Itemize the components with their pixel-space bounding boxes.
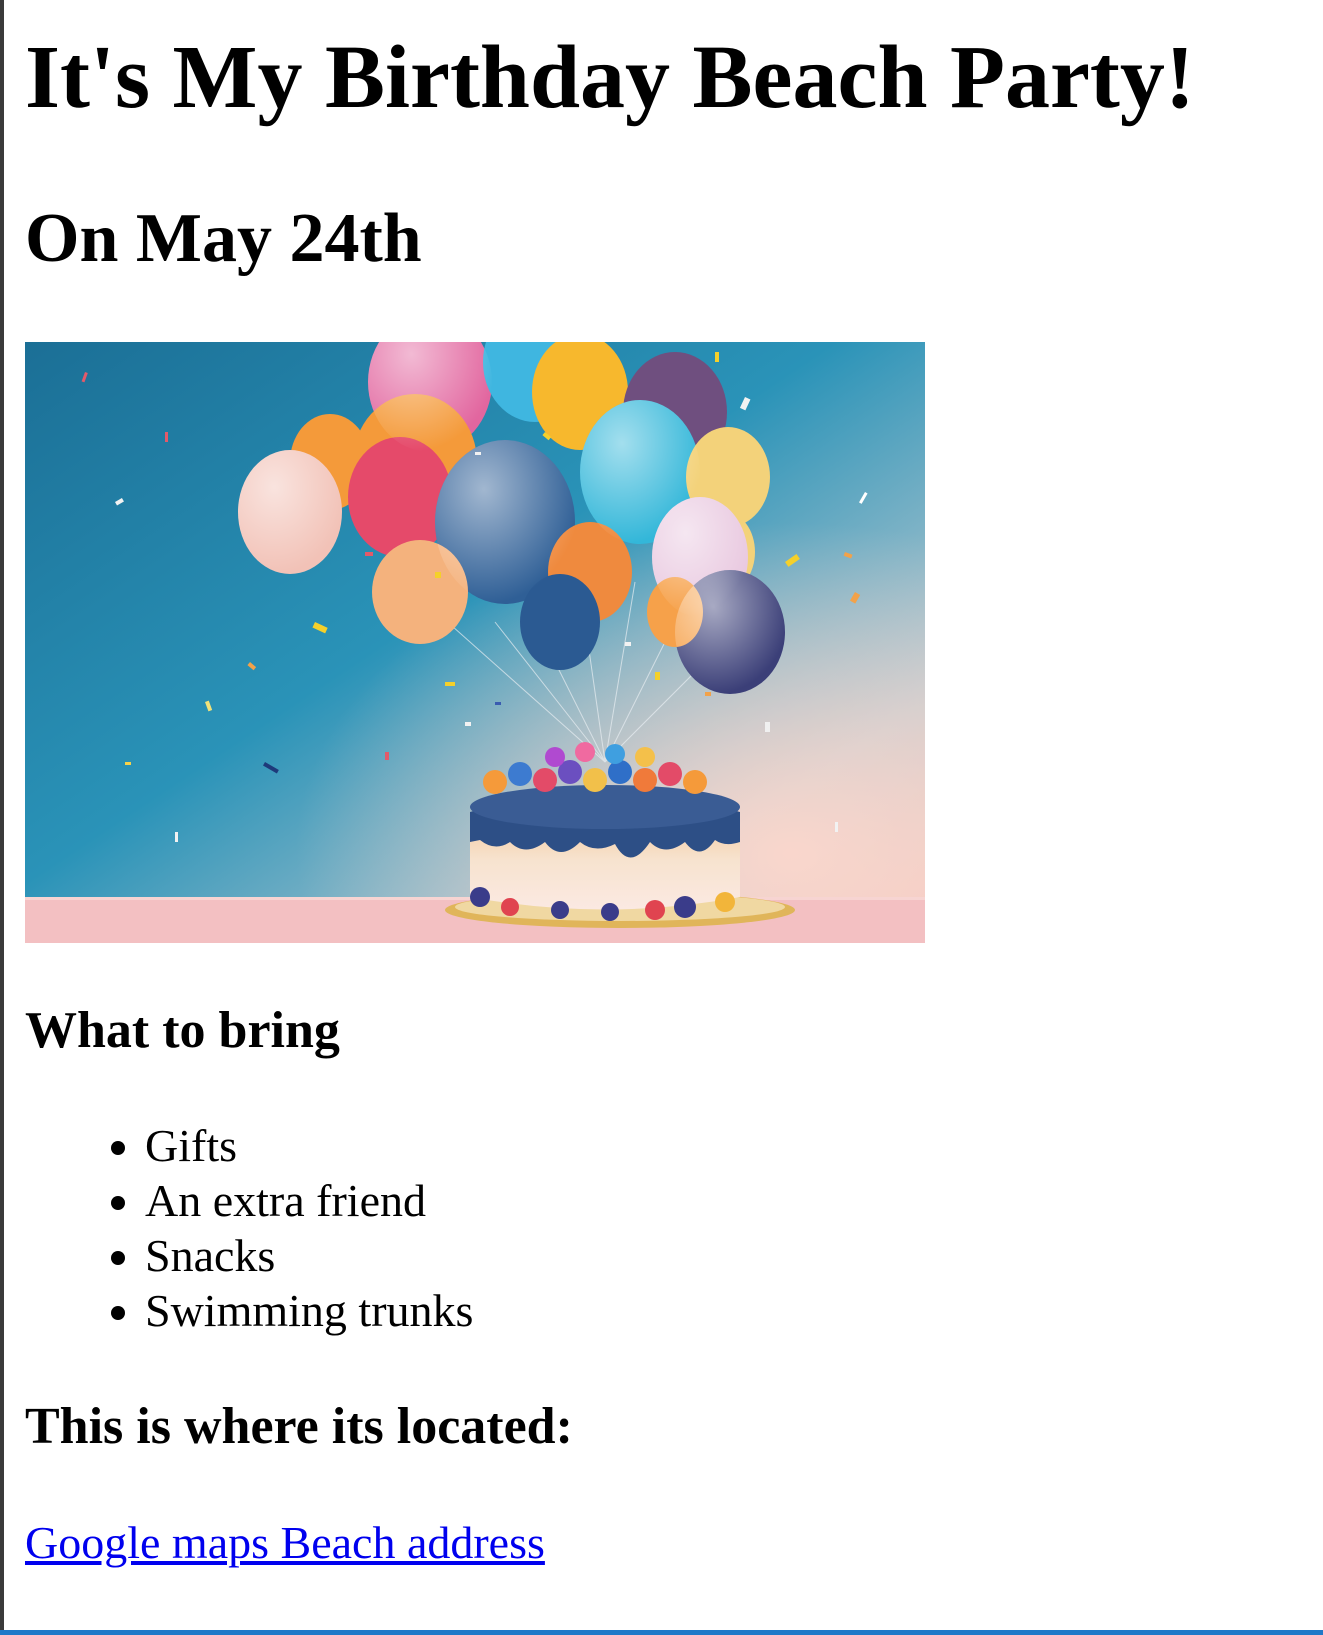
date-heading: On May 24th <box>25 200 422 277</box>
page-title: It's My Birthday Beach Party! <box>25 28 1195 127</box>
window-left-border <box>0 0 4 1630</box>
birthday-cake-image <box>25 342 925 943</box>
bring-list: Gifts An extra friend Snacks Swimming tr… <box>25 1118 473 1338</box>
what-to-bring-heading: What to bring <box>25 1002 340 1059</box>
google-maps-link[interactable]: Google maps Beach address <box>25 1515 545 1570</box>
list-item: Snacks <box>145 1228 473 1283</box>
list-item: Swimming trunks <box>145 1283 473 1338</box>
location-heading: This is where its located: <box>25 1398 573 1455</box>
list-item: Gifts <box>145 1118 473 1173</box>
list-item: An extra friend <box>145 1173 473 1228</box>
window-bottom-border <box>0 1630 1323 1635</box>
